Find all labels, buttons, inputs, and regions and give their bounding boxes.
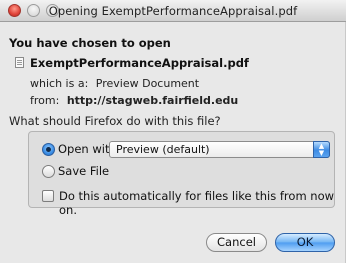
dialog-heading: You have chosen to open xyxy=(9,36,171,50)
save-file-label[interactable]: Save File xyxy=(58,164,109,178)
file-type-value: Preview Document xyxy=(95,77,200,90)
cancel-button[interactable]: Cancel xyxy=(206,233,267,252)
download-dialog-window: Opening ExemptPerformanceAppraisal.pdf Y… xyxy=(0,0,346,263)
select-arrows-icon[interactable]: ▲ ▼ xyxy=(313,141,330,158)
file-source-label: from: xyxy=(30,94,60,107)
ok-button[interactable]: OK xyxy=(275,233,335,252)
open-with-radio[interactable] xyxy=(42,143,55,156)
window-title: Opening ExemptPerformanceAppraisal.pdf xyxy=(48,4,298,18)
action-question: What should Firefox do with this file? xyxy=(9,114,221,128)
file-type-label: which is a: xyxy=(30,77,89,90)
file-source-line: from: http://stagweb.fairfield.edu xyxy=(30,94,238,107)
file-source-value: http://stagweb.fairfield.edu xyxy=(66,94,239,107)
document-icon xyxy=(15,57,24,68)
open-with-label[interactable]: Open with xyxy=(58,142,117,156)
file-name: ExemptPerformanceAppraisal.pdf xyxy=(30,56,249,70)
title-bar[interactable]: Opening ExemptPerformanceAppraisal.pdf xyxy=(0,0,346,22)
file-type-line: which is a: Preview Document xyxy=(30,77,199,90)
auto-action-label[interactable]: Do this automatically for files like thi… xyxy=(59,189,345,217)
save-file-radio[interactable] xyxy=(42,165,55,178)
auto-action-checkbox[interactable] xyxy=(42,190,54,202)
application-select-value: Preview (default) xyxy=(116,143,210,156)
application-select[interactable]: Preview (default) ▲ ▼ xyxy=(109,141,330,158)
